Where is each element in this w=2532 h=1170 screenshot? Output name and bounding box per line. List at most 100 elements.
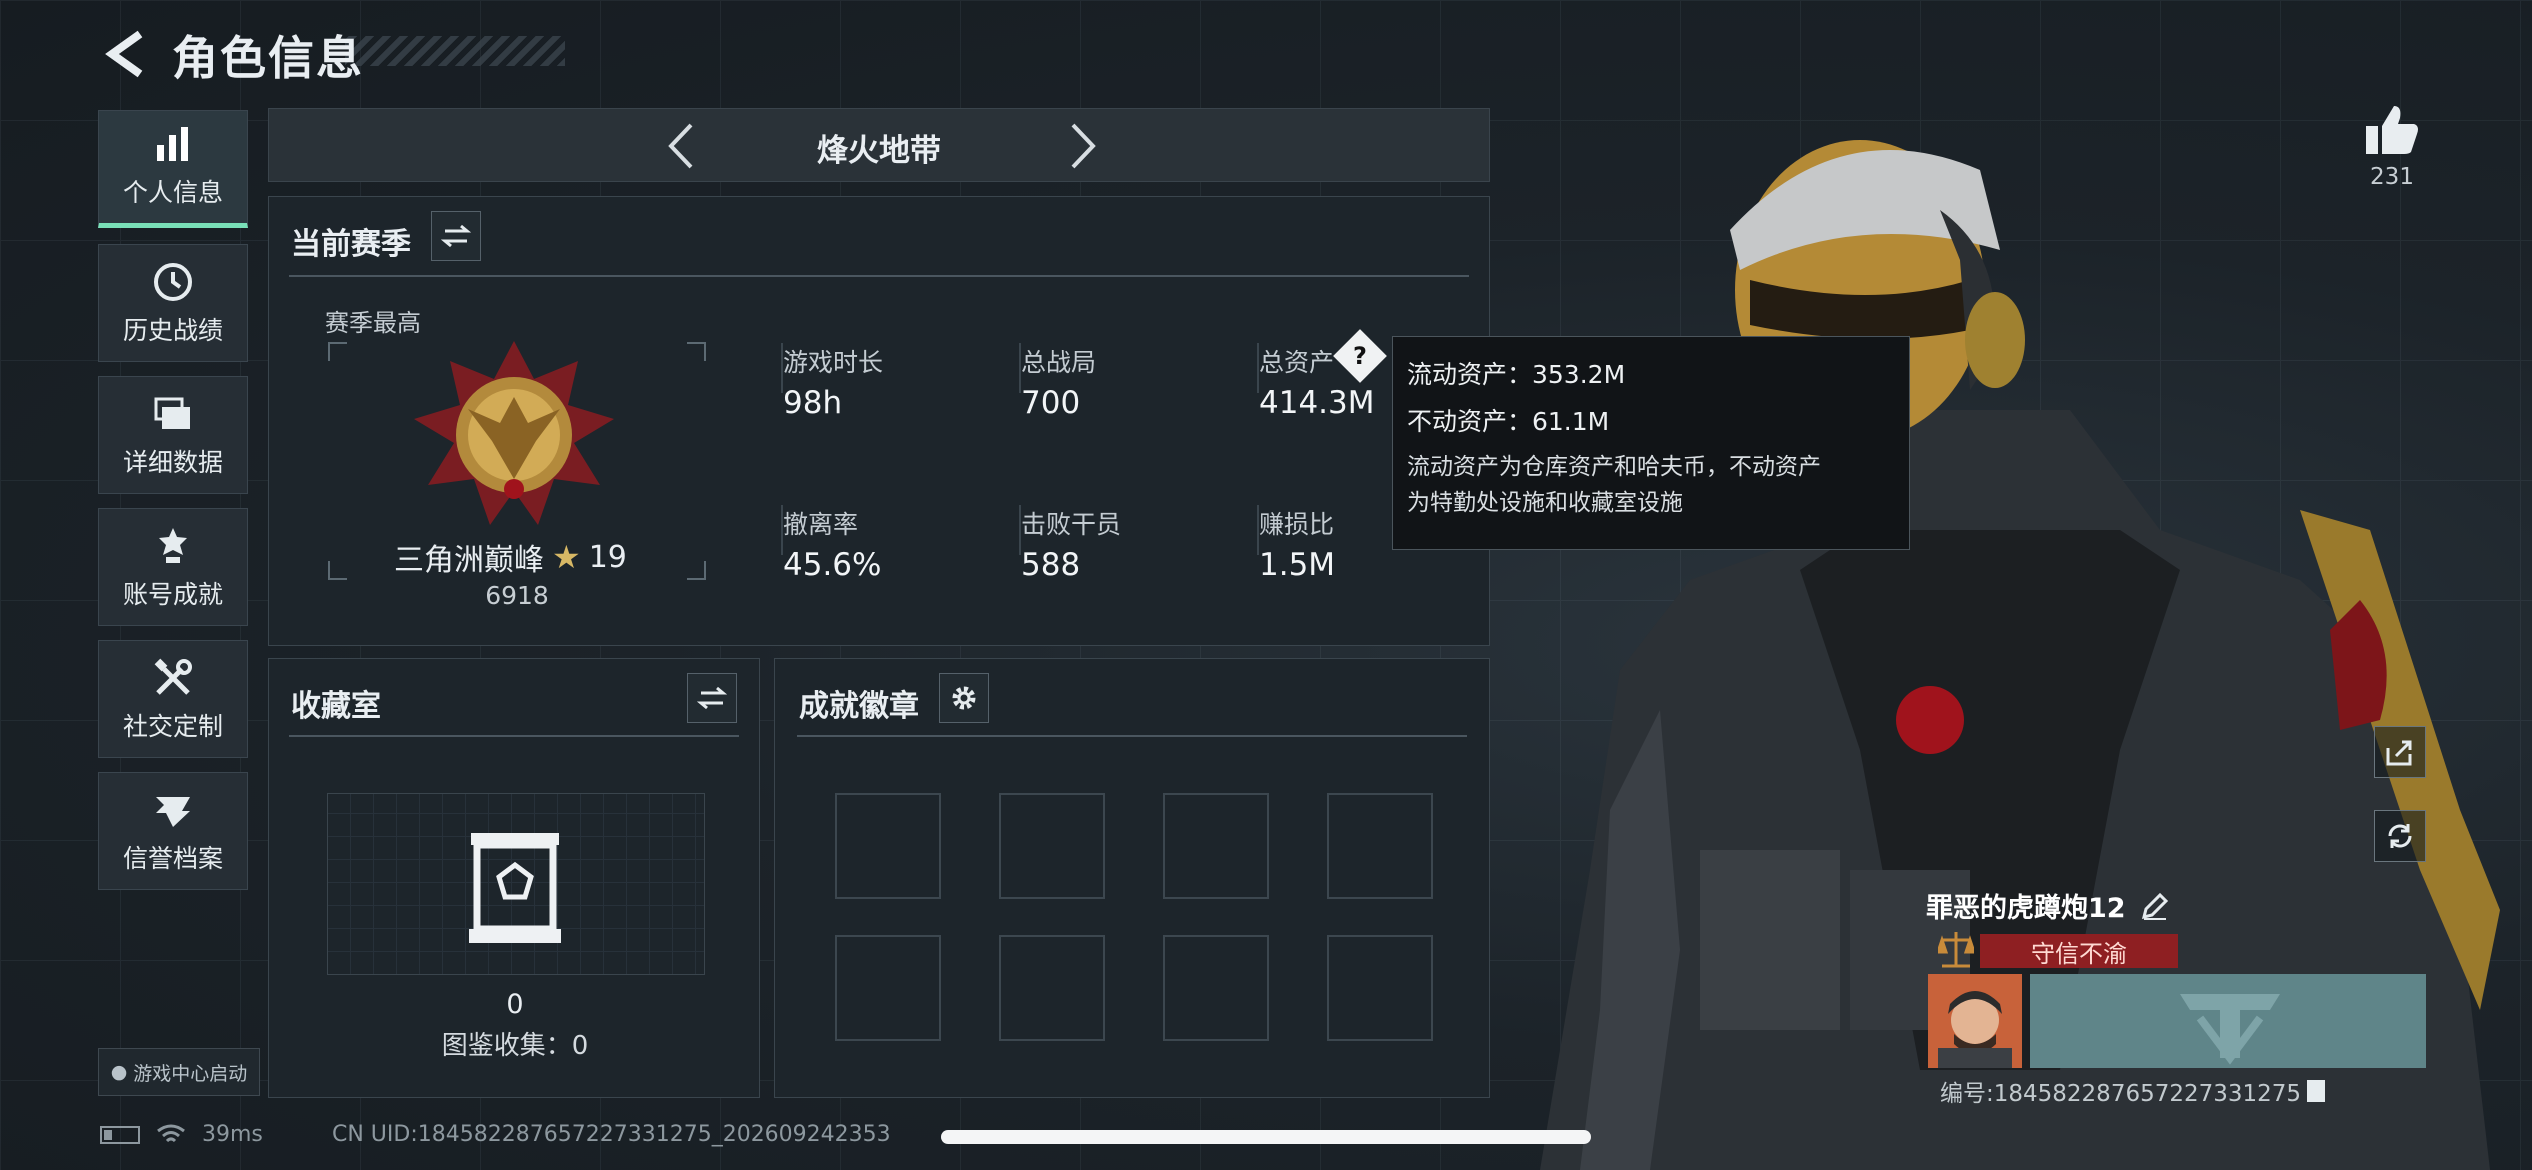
medal-icon	[159, 528, 187, 563]
gear-icon	[952, 686, 976, 710]
rank-points: 6918	[485, 581, 549, 610]
stat-value: 588	[1021, 547, 1081, 583]
badges-settings-button[interactable]	[939, 673, 989, 723]
banner-emblem-icon	[2180, 994, 2280, 1065]
like-count: 231	[2370, 164, 2414, 190]
player-id-row: 编号:184582287657227331275	[1940, 1074, 2326, 1108]
bar-chart-icon	[157, 127, 188, 161]
sidebar-item-personal-info[interactable]: 个人信息	[98, 110, 248, 228]
ping: 39ms	[202, 1122, 263, 1147]
status-bar: 39ms	[100, 1122, 263, 1147]
swap-icon	[697, 686, 727, 710]
collection-panel: 收藏室 0 图鉴收集：0	[268, 658, 760, 1098]
season-best-label: 赛季最高	[325, 309, 421, 337]
display-case-icon	[469, 833, 561, 943]
player-id: 编号:184582287657227331275	[1940, 1081, 2302, 1107]
launch-label: 游戏中心启动	[133, 1062, 248, 1085]
badge-slot[interactable]	[999, 935, 1105, 1041]
reputation-scale-icon	[1938, 932, 1974, 968]
badge-slot[interactable]	[1327, 793, 1433, 899]
sidebar-item-achievements[interactable]: 账号成就	[98, 508, 248, 626]
divider	[797, 735, 1467, 737]
stat-value: 98h	[783, 385, 843, 421]
player-name-row: 罪恶的虎蹲炮12	[1926, 886, 2170, 925]
person-icon: ●	[110, 1061, 128, 1083]
clock-icon	[154, 263, 192, 301]
home-indicator[interactable]	[941, 1130, 1591, 1144]
edit-icon[interactable]	[2140, 891, 2170, 921]
badge-slot[interactable]	[1163, 793, 1269, 899]
season-switch-button[interactable]	[431, 211, 481, 261]
thumbs-up-icon	[2366, 106, 2418, 154]
copy-icon[interactable]	[2307, 1080, 2326, 1102]
assets-desc-1: 流动资产为仓库资产和哈夫币，不动资产	[1407, 454, 1821, 480]
cn-uid: CN UID:184582287657227331275_20260924235…	[332, 1122, 891, 1147]
star-icon: ★	[552, 538, 581, 576]
badge-slot[interactable]	[835, 935, 941, 1041]
codex-collection: 图鉴收集：0	[441, 1031, 589, 1061]
assets-desc-2: 为特勤处设施和收藏室设施	[1407, 490, 1683, 516]
stat-label: 总资产	[1259, 348, 1335, 377]
badge-slot[interactable]	[835, 793, 941, 899]
stat-value: 1.5M	[1259, 547, 1336, 583]
collection-title: 收藏室	[291, 689, 381, 724]
stat-value: 700	[1021, 385, 1081, 421]
stat-label: 击败干员	[1021, 510, 1122, 539]
stat-label: 总战局	[1021, 348, 1097, 377]
player-banner[interactable]	[2030, 974, 2426, 1068]
sidebar-item-label: 账号成就	[122, 580, 223, 609]
stat-value: 414.3M	[1259, 385, 1375, 421]
collection-switch-button[interactable]	[687, 673, 737, 723]
divider	[289, 275, 1469, 277]
avatar-portrait	[1928, 974, 2022, 1068]
avatar[interactable]	[1928, 974, 2022, 1068]
swap-icon	[441, 224, 471, 248]
back-arrow-icon[interactable]	[100, 28, 152, 80]
sidebar-item-label: 社交定制	[122, 712, 223, 741]
rank-name: 三角洲巅峰	[394, 543, 544, 578]
mode-title: 烽火地带	[817, 133, 941, 169]
like-widget[interactable]: 231	[2352, 104, 2432, 190]
rank-stars: 19	[588, 539, 627, 575]
stat-label: 撤离率	[783, 510, 859, 539]
sidebar-item-label: 详细数据	[122, 448, 223, 477]
sidebar-item-social-custom[interactable]: 社交定制	[98, 640, 248, 758]
season-panel: 当前赛季 赛季最高 三角洲巅峰 ★ 19 6918 游戏时长 98h 总战局 7…	[268, 196, 1490, 646]
badge-slot[interactable]	[1327, 935, 1433, 1041]
stat-label: 赚损比	[1259, 510, 1335, 539]
folders-icon	[154, 397, 190, 429]
reputation-badge: 守信不渝	[1980, 934, 2178, 968]
sidebar-item-label: 个人信息	[122, 178, 223, 207]
mode-selector: 烽火地带	[268, 108, 1490, 182]
collection-count: 0	[506, 989, 524, 1020]
wifi-icon	[157, 1124, 185, 1142]
refresh-icon	[2388, 824, 2412, 848]
player-name: 罪恶的虎蹲炮12	[1926, 893, 2126, 924]
page-title: 角色信息	[172, 31, 364, 85]
sidebar-item-label: 历史战绩	[122, 316, 223, 345]
divider	[289, 735, 739, 737]
help-icon[interactable]: ?	[1341, 337, 1379, 375]
sidebar-item-detailed-data[interactable]: 详细数据	[98, 376, 248, 494]
title-decoration	[345, 36, 565, 66]
tools-icon	[154, 658, 192, 695]
sidebar-item-history[interactable]: 历史战绩	[98, 244, 248, 362]
stat-value: 45.6%	[783, 547, 882, 583]
badges-title: 成就徽章	[799, 689, 919, 724]
assets-tooltip: 流动资产：353.2M 不动资产：61.1M 流动资产为仓库资产和哈夫币，不动资…	[1392, 336, 1910, 550]
liquid-assets: 流动资产：353.2M	[1407, 360, 1626, 389]
sidebar-item-reputation[interactable]: 信誉档案	[98, 772, 248, 890]
refresh-button[interactable]	[2374, 810, 2426, 862]
share-icon	[2386, 740, 2412, 766]
badges-panel: 成就徽章	[774, 658, 1490, 1098]
game-center-launch-button[interactable]: ● 游戏中心启动	[98, 1048, 260, 1096]
season-title: 当前赛季	[291, 227, 411, 262]
stat-label: 游戏时长	[783, 348, 884, 377]
badge-slot[interactable]	[1163, 935, 1269, 1041]
mode-next-arrow-icon[interactable]	[1057, 121, 1107, 171]
rank-emblem-icon	[414, 341, 614, 525]
rank-line: 三角洲巅峰 ★ 19	[394, 535, 627, 579]
badge-slot[interactable]	[999, 793, 1105, 899]
share-button[interactable]	[2374, 726, 2426, 778]
battery-icon	[100, 1125, 140, 1144]
